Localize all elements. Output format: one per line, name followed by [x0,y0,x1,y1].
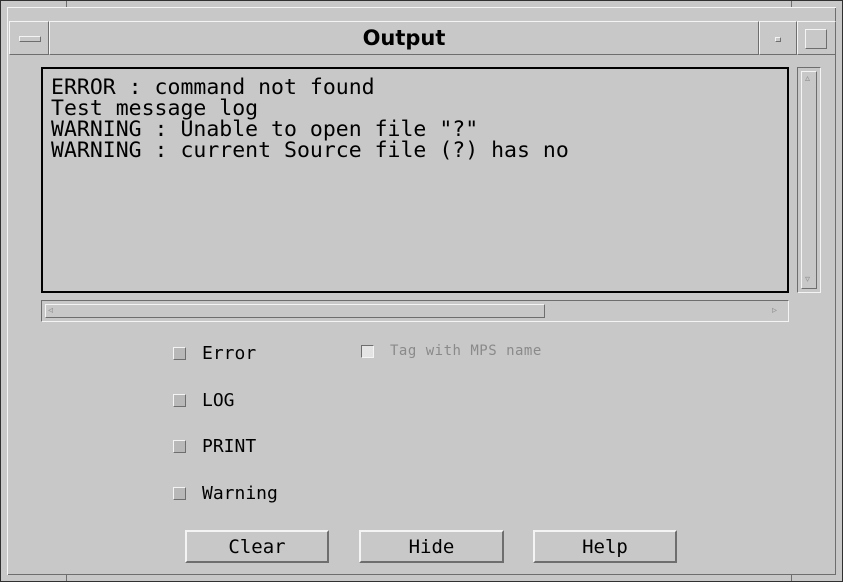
help-button[interactable]: Help [533,530,677,563]
log-line: WARNING : Unable to open file "?" [51,117,479,142]
minimize-button[interactable] [759,21,797,55]
frame-corner-mark [66,575,67,581]
title-bar-drag-area[interactable]: Output [49,21,759,55]
tag-mps-checkbox [361,344,374,358]
log-line: Test message log [51,96,259,121]
output-text-area[interactable]: ERROR : command not found Test message l… [41,67,789,293]
arrow-down-icon[interactable]: ▿ [805,275,810,285]
warning-checkbox[interactable] [173,487,186,500]
maximize-icon [805,29,827,49]
frame-corner-mark [791,575,792,581]
output-window: Output ERROR : command not found Test me… [0,0,843,582]
warning-label: Warning [202,483,278,504]
error-checkbox[interactable] [173,347,186,360]
log-line: ERROR : command not found [51,75,375,100]
clear-button[interactable]: Clear [185,530,329,563]
log-line: WARNING : current Source file (?) has no [51,138,569,163]
minimize-icon [775,37,781,42]
print-filter[interactable]: PRINT [173,436,256,457]
title-bar: Output [9,21,836,55]
print-label: PRINT [202,436,257,457]
window-menu-icon [19,36,41,42]
horizontal-scrollbar[interactable]: ◃ ▹ [41,300,789,322]
arrow-right-icon[interactable]: ▹ [772,306,777,316]
window-title: Output [362,26,446,50]
vertical-scroll-thumb[interactable] [801,71,817,289]
log-label: LOG [202,390,235,411]
maximize-button[interactable] [797,21,836,55]
log-checkbox[interactable] [173,394,186,407]
warning-filter[interactable]: Warning [173,483,278,504]
window-menu-button[interactable] [9,21,49,55]
error-label: Error [202,343,257,364]
hide-button[interactable]: Hide [359,530,504,563]
frame-corner-mark [791,1,792,7]
print-checkbox[interactable] [173,440,186,453]
error-filter[interactable]: Error [173,343,256,364]
vertical-scrollbar[interactable]: ▵ ▿ [797,67,821,293]
horizontal-scroll-thumb[interactable] [45,304,545,318]
tag-mps-filter: Tag with MPS name [361,343,542,359]
tag-mps-label: Tag with MPS name [390,343,542,359]
frame-corner-mark [66,1,67,7]
arrow-up-icon[interactable]: ▵ [805,74,810,84]
arrow-left-icon[interactable]: ◃ [48,306,53,316]
log-filter[interactable]: LOG [173,390,235,411]
